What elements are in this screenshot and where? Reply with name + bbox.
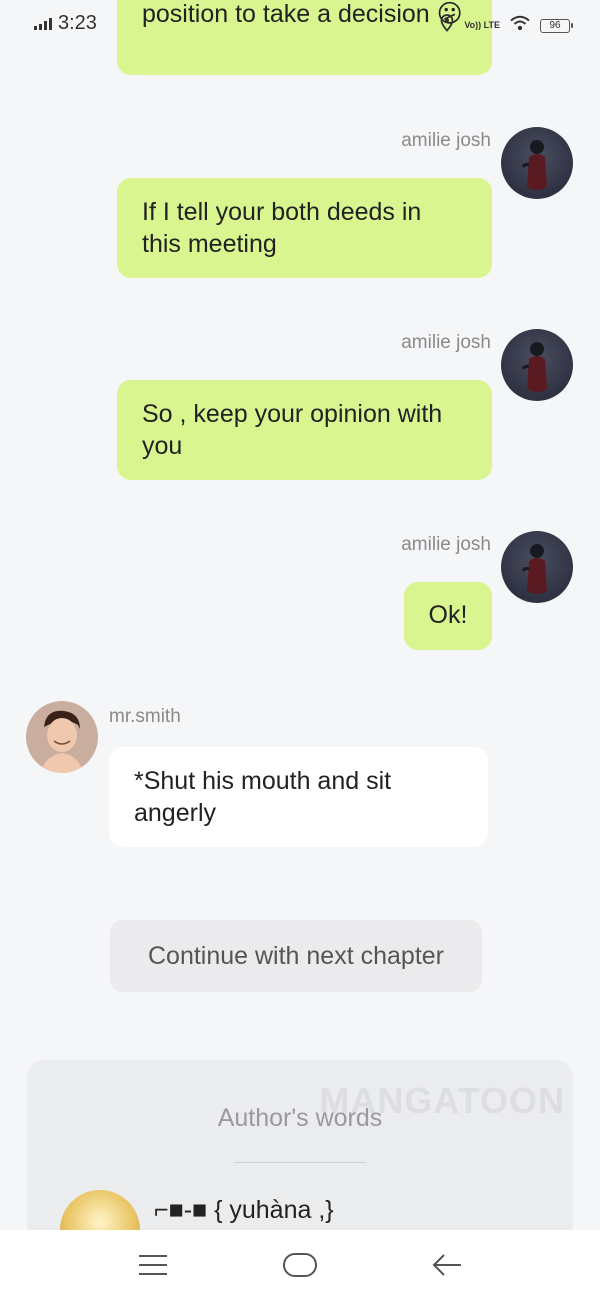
menu-icon[interactable] (123, 1240, 183, 1290)
avatar-icon[interactable] (501, 329, 573, 401)
avatar-icon[interactable] (501, 127, 573, 199)
message-text: If I tell your both deeds in this meetin… (142, 198, 422, 258)
message-text: *Shut his mouth and sit angerly (134, 767, 392, 827)
message-text: So , keep your opinion with you (142, 400, 443, 460)
avatar-icon[interactable] (26, 701, 98, 773)
sender-name: amilie josh (401, 534, 491, 555)
sender-name: mr.smith (109, 706, 181, 727)
home-icon[interactable] (270, 1240, 330, 1290)
system-navigation-bar (0, 1230, 600, 1300)
continue-next-chapter-button[interactable]: Continue with next chapter (110, 920, 482, 992)
author-name[interactable]: ⌐■-■ { yuhàna ,} (154, 1196, 334, 1225)
back-icon[interactable] (417, 1240, 477, 1290)
avatar-icon[interactable] (501, 531, 573, 603)
message-text: Ok! (428, 601, 468, 629)
status-bar-right: Vo)) LTE 96 (440, 14, 573, 37)
status-bar-left: 3:23 (34, 12, 97, 35)
authors-words-title: Author's words (217, 1104, 383, 1132)
chat-screen: 3:23 Vo)) LTE 96 position to take a deci… (0, 0, 600, 1300)
volte-indicator: Vo)) LTE (464, 20, 500, 30)
message-bubble: position to take a decision 😕 (117, 0, 492, 75)
location-icon (440, 14, 454, 37)
message-text: position to take a decision 😕 (142, 0, 463, 28)
battery-indicator: 96 (540, 18, 573, 33)
divider (234, 1162, 366, 1163)
wifi-icon (510, 15, 530, 36)
message-bubble: If I tell your both deeds in this meetin… (117, 178, 492, 278)
message-bubble: *Shut his mouth and sit angerly (109, 747, 488, 847)
sender-name: amilie josh (401, 332, 491, 353)
sender-name: amilie josh (401, 130, 491, 151)
status-time: 3:23 (58, 12, 97, 34)
message-bubble: Ok! (404, 582, 492, 650)
signal-icon (34, 17, 52, 30)
message-bubble: So , keep your opinion with you (117, 380, 492, 480)
